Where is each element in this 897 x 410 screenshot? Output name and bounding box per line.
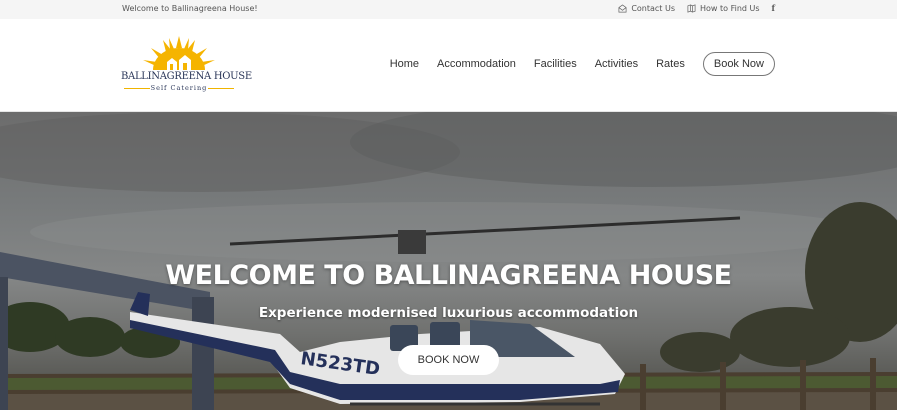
envelope-icon [618, 3, 627, 12]
contact-link[interactable]: Contact Us [618, 4, 675, 13]
contact-label: Contact Us [631, 3, 676, 13]
site-logo[interactable]: BALLINAGREENA HOUSE Self Catering [121, 36, 252, 96]
nav-facilities[interactable]: Facilities [534, 58, 577, 70]
directions-label: How to Find Us [700, 3, 760, 13]
site-header: BALLINAGREENA HOUSE Self Catering Home A… [0, 19, 897, 112]
sun-logo-icon [143, 36, 215, 70]
logo-name: BALLINAGREENA HOUSE [121, 71, 252, 82]
hero-subtitle: Experience modernised luxurious accommod… [258, 305, 639, 321]
hero-banner: N523TD WELCOME TO BALLINAGREENA HOUSE Ex… [0, 112, 897, 410]
nav-accommodation[interactable]: Accommodation [437, 58, 516, 70]
map-icon [687, 3, 696, 13]
hero-title: WELCOME TO BALLINAGREENA HOUSE [165, 260, 732, 291]
top-bar: Welcome to Ballinagreena House! Contact … [0, 0, 897, 19]
nav-rates[interactable]: Rates [656, 58, 685, 70]
book-now-button[interactable]: Book Now [702, 52, 775, 76]
welcome-text: Welcome to Ballinagreena House! [122, 4, 258, 13]
directions-link[interactable]: How to Find Us [687, 4, 760, 13]
top-links: Contact Us How to Find Us f [618, 3, 775, 13]
main-nav: Home Accommodation Facilities Activities… [390, 52, 775, 76]
logo-divider-right [208, 88, 234, 89]
facebook-icon[interactable]: f [772, 3, 775, 13]
nav-home[interactable]: Home [390, 58, 419, 70]
hero-book-now-button[interactable]: BOOK NOW [398, 345, 499, 375]
nav-activities[interactable]: Activities [595, 58, 638, 70]
